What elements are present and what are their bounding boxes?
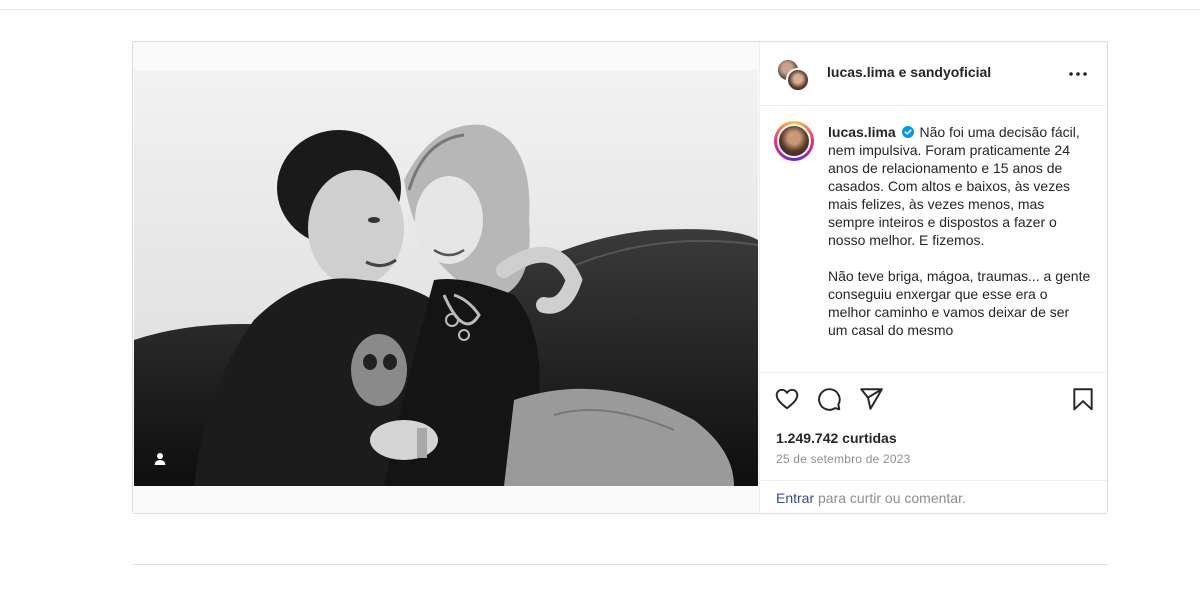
login-prompt: Entrar para curtir ou comentar. bbox=[760, 480, 1107, 513]
comment-icon[interactable] bbox=[816, 386, 842, 412]
username-link[interactable]: sandyoficial bbox=[910, 64, 991, 80]
likes-count[interactable]: 1.249.742 curtidas bbox=[776, 430, 897, 446]
caption-paragraph: Não teve briga, mágoa, traumas... a gent… bbox=[828, 268, 1091, 338]
avatar bbox=[777, 124, 811, 158]
verified-badge-icon bbox=[901, 126, 914, 138]
caption-username[interactable]: lucas.lima bbox=[828, 124, 896, 140]
send-icon[interactable] bbox=[858, 386, 884, 412]
login-prompt-rest: para curtir ou comentar. bbox=[814, 490, 966, 506]
login-prompt-text: Entrar para curtir ou comentar. bbox=[776, 490, 966, 506]
collab-usernames: lucas.lima e sandyoficial bbox=[827, 64, 991, 80]
post-header: lucas.lima e sandyoficial bbox=[760, 42, 1107, 106]
collab-avatars[interactable] bbox=[776, 58, 812, 94]
username-connector: e bbox=[894, 64, 911, 80]
caption-paragraph: Não foi uma decisão fácil, nem impulsiva… bbox=[828, 124, 1080, 248]
bottom-divider bbox=[133, 564, 1108, 565]
avatar bbox=[786, 68, 810, 92]
post-actions bbox=[760, 374, 1107, 414]
heart-icon[interactable] bbox=[774, 386, 800, 412]
post-sidebar: lucas.lima e sandyoficial lucas.lima Não… bbox=[759, 42, 1107, 513]
username-link[interactable]: lucas.lima bbox=[827, 64, 895, 80]
story-ring[interactable] bbox=[774, 121, 814, 161]
bookmark-icon[interactable] bbox=[1070, 386, 1096, 412]
more-horizontal-icon[interactable] bbox=[1066, 66, 1090, 82]
post-media bbox=[133, 42, 759, 513]
top-divider bbox=[0, 9, 1200, 10]
instagram-post-embed: lucas.lima e sandyoficial lucas.lima Não… bbox=[132, 41, 1108, 514]
post-date[interactable]: 25 de setembro de 2023 bbox=[776, 452, 911, 466]
caption-area[interactable]: lucas.lima Não foi uma decisão fácil, ne… bbox=[760, 107, 1107, 373]
login-link[interactable]: Entrar bbox=[776, 490, 814, 506]
caption-text: lucas.lima Não foi uma decisão fácil, ne… bbox=[828, 123, 1092, 339]
post-photo[interactable] bbox=[134, 70, 758, 486]
user-tag-icon[interactable] bbox=[153, 452, 167, 466]
